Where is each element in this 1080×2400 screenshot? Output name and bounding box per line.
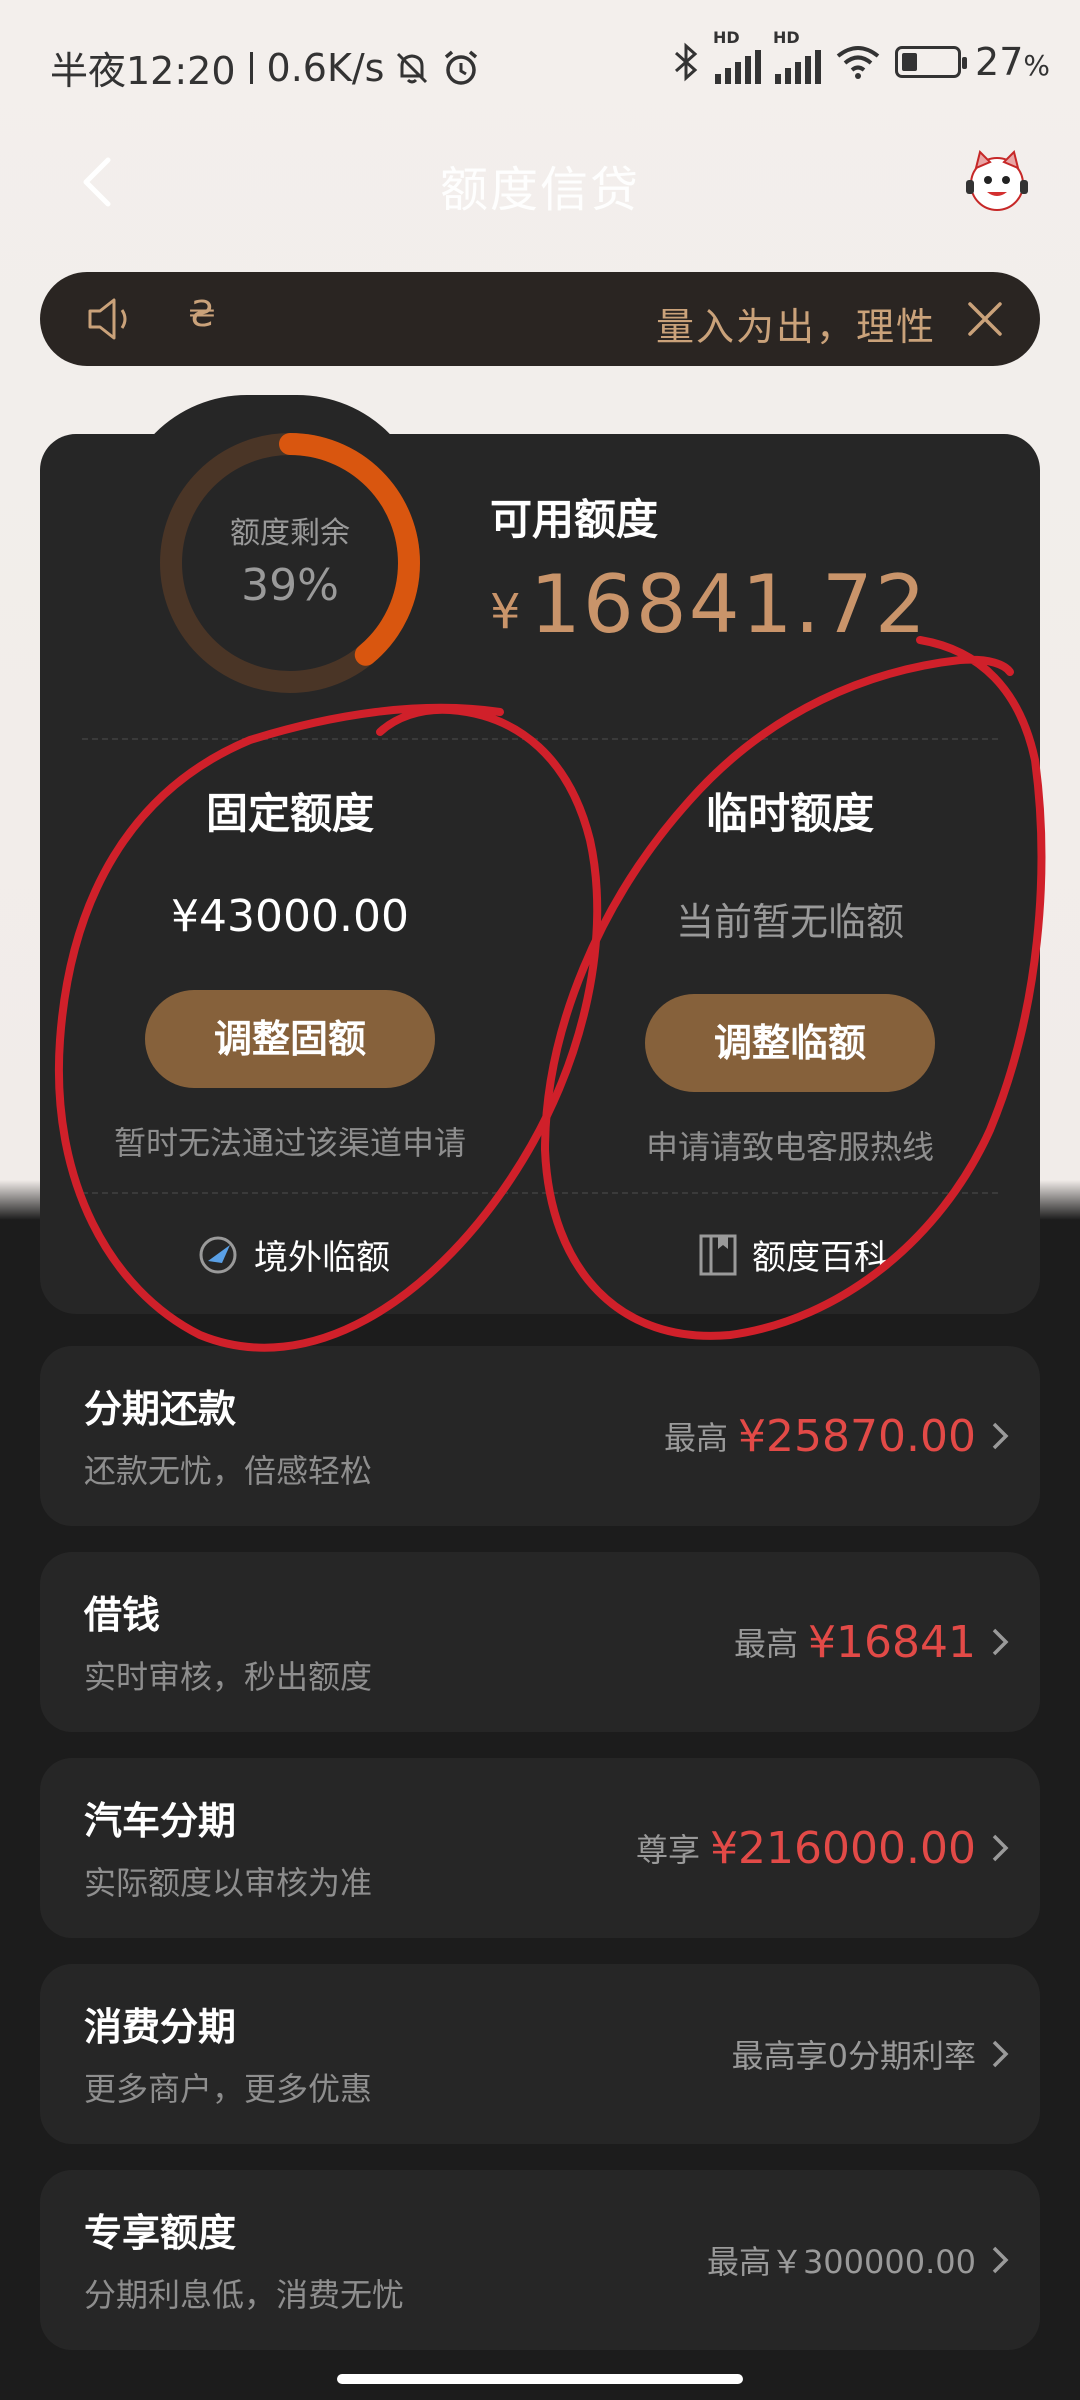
item-prefix: 最高: [734, 1625, 799, 1663]
item-amount: ¥16841: [808, 1616, 976, 1668]
fixed-quota-note: 暂时无法通过该渠道申请: [113, 1124, 466, 1162]
home-indicator[interactable]: [337, 2374, 743, 2384]
divider-top: [82, 738, 998, 740]
hd-label-1: HD: [713, 28, 740, 47]
hd-label-2: HD: [773, 28, 800, 47]
adjust-temp-button[interactable]: 调整临额: [645, 994, 935, 1092]
battery-percent: 27%: [975, 40, 1050, 84]
item-amount: ¥25870.00: [738, 1410, 976, 1462]
status-bar: 半夜12:20 0.6K/s HD HD 27%: [0, 0, 1080, 120]
wifi-icon: [836, 46, 880, 79]
list-item-car-installment[interactable]: 汽车分期 实际额度以审核为准 尊享 ¥216000.00: [40, 1758, 1040, 1938]
list-item-borrow[interactable]: 借钱 实时审核，秒出额度 最高 ¥16841: [40, 1552, 1040, 1732]
status-time: 半夜12:20: [50, 49, 236, 93]
signal-icon-1: HD: [713, 28, 762, 84]
item-title: 消费分期: [84, 2005, 237, 2049]
quota-wiki-label: 额度百科: [752, 1238, 888, 1278]
divider-bottom: [82, 1192, 998, 1194]
item-prefix: 尊享: [636, 1831, 701, 1869]
item-right-text: 最高享0分期利率: [731, 2037, 976, 2075]
status-divider: [249, 51, 253, 84]
fixed-quota-title: 固定额度: [205, 789, 374, 838]
plane-globe-icon: [199, 1236, 237, 1273]
temp-quota-title: 临时额度: [705, 789, 874, 838]
page-title: 额度信贷: [439, 162, 640, 218]
item-subtitle: 更多商户，更多优惠: [84, 2070, 373, 2108]
temp-quota-value: 当前暂无临额: [675, 900, 904, 944]
item-amount: ¥216000.00: [710, 1822, 976, 1874]
ring-label: 额度剩余: [230, 516, 350, 551]
battery-icon: [895, 46, 968, 78]
battery-fill: [902, 53, 917, 71]
close-icon[interactable]: [964, 298, 1006, 340]
list-item-exclusive-quota[interactable]: 专享额度 分期利息低，消费无忧 最高￥300000.00: [40, 2170, 1040, 2350]
list-item-installment-repay[interactable]: 分期还款 还款无忧，倍感轻松 最高 ¥25870.00: [40, 1346, 1040, 1526]
fixed-quota-section: 固定额度 ¥43000.00 调整固额 暂时无法通过该渠道申请: [40, 780, 540, 1164]
ring-percent: 39%: [241, 560, 339, 611]
network-speed: 0.6K/s: [266, 45, 385, 90]
mascot-avatar-icon[interactable]: [962, 146, 1032, 216]
item-title: 专享额度: [84, 2211, 237, 2255]
item-title: 分期还款: [84, 1387, 237, 1431]
temp-quota-section: 临时额度 当前暂无临额 调整临额 申请请致电客服热线: [540, 780, 1040, 1168]
book-icon: [699, 1234, 737, 1275]
available-currency: ¥: [490, 584, 521, 640]
chevron-right-icon: [992, 1834, 1009, 1862]
speaker-icon: [88, 298, 127, 340]
chevron-right-icon: [992, 2040, 1009, 2068]
quota-wiki-link[interactable]: 额度百科: [698, 1230, 888, 1279]
item-right-text: 最高￥300000.00: [706, 2243, 976, 2281]
available-amount: 16841.72: [530, 558, 928, 651]
alarm-icon: [445, 50, 478, 85]
overseas-temp-quota-link[interactable]: 境外临额: [196, 1230, 390, 1279]
chevron-right-icon: [992, 2246, 1009, 2274]
signal-icon-2: HD: [773, 28, 822, 84]
bluetooth-icon: [675, 42, 698, 82]
item-prefix: 最高: [664, 1419, 729, 1457]
temp-quota-note: 申请请致电客服热线: [645, 1128, 934, 1166]
item-subtitle: 实时审核，秒出额度: [84, 1658, 373, 1696]
item-title: 借钱: [84, 1593, 161, 1637]
notice-bar[interactable]: ₴ 量入为出，理性: [40, 272, 1040, 366]
notice-text: 量入为出，理性: [655, 305, 936, 349]
adjust-fixed-button[interactable]: 调整固额: [145, 990, 435, 1088]
notice-prefix: ₴: [188, 294, 216, 335]
available-label: 可用额度: [490, 495, 659, 544]
chevron-right-icon: [992, 1422, 1009, 1450]
page-header: 额度信贷: [0, 120, 1080, 240]
list-item-consumer-installment[interactable]: 消费分期 更多商户，更多优惠 最高享0分期利率: [40, 1964, 1040, 2144]
item-subtitle: 实际额度以审核为准: [84, 1864, 373, 1902]
item-subtitle: 还款无忧，倍感轻松: [84, 1452, 373, 1490]
chevron-right-icon: [992, 1628, 1009, 1656]
item-title: 汽车分期: [84, 1799, 237, 1843]
mute-bell-icon: [397, 52, 428, 83]
item-subtitle: 分期利息低，消费无忧: [84, 2276, 405, 2314]
overseas-temp-quota-label: 境外临额: [254, 1238, 390, 1278]
fixed-quota-value: ¥43000.00: [171, 891, 409, 942]
